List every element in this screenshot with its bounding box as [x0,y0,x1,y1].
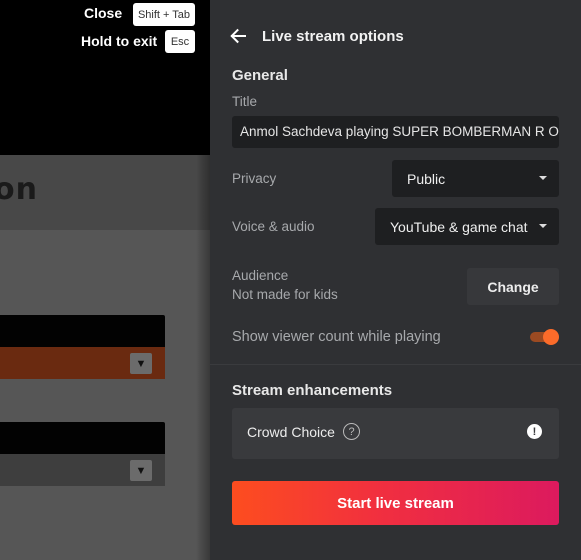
audience-value: Not made for kids [232,287,338,302]
privacy-select-value: Public [407,170,446,187]
background-app: on ▼ ▼ Close Shift + Tab Hold to exit Es… [0,0,210,560]
crowd-choice-label: Crowd Choice [247,424,335,440]
close-hint-label: Close [84,5,123,21]
panel-header: Live stream options [228,26,404,46]
viewer-count-label: Show viewer count while playing [232,329,441,345]
background-dropdown-1: ▼ [0,315,165,379]
chevron-down-icon [539,176,547,180]
background-dropdown-arrow-icon: ▼ [130,353,152,374]
background-dropdown-arrow-icon: ▼ [130,460,152,481]
general-heading: General [232,67,288,84]
exclamation-circle-icon[interactable]: ! [527,424,542,439]
title-label: Title [232,94,258,109]
title-input[interactable]: Anmol Sachdeva playing SUPER BOMBERMAN R… [232,116,559,148]
stream-enhancements-heading: Stream enhancements [232,382,393,399]
live-stream-options-panel: Live stream options General Title Anmol … [210,0,581,560]
arrow-left-icon [230,28,246,44]
crowd-choice-row: Crowd Choice ? ! [232,408,559,459]
close-shortcut-key[interactable]: Shift + Tab [133,3,195,26]
change-audience-button[interactable]: Change [467,268,559,305]
question-circle-icon[interactable]: ? [343,423,360,440]
audience-label: Audience [232,268,289,283]
exit-hint: Hold to exit [81,33,157,49]
panel-shadow [196,155,210,560]
viewer-count-toggle[interactable] [530,329,559,345]
privacy-label: Privacy [232,171,277,186]
section-divider [210,364,581,365]
voice-audio-select-value: YouTube & game chat [390,218,528,235]
start-live-stream-button[interactable]: Start live stream [232,481,559,525]
privacy-select[interactable]: Public [392,160,559,197]
back-button[interactable] [228,26,248,46]
exit-hint-label: Hold to exit [81,33,158,49]
background-title-text: on [0,172,38,207]
close-hint: Close [84,5,122,21]
voice-audio-select[interactable]: YouTube & game chat [375,208,559,245]
toggle-thumb [543,329,559,345]
exit-shortcut-key[interactable]: Esc [165,30,195,53]
background-dropdown-2: ▼ [0,422,165,486]
panel-title: Live stream options [262,27,404,45]
voice-audio-label: Voice & audio [232,219,315,234]
chevron-down-icon [539,224,547,228]
